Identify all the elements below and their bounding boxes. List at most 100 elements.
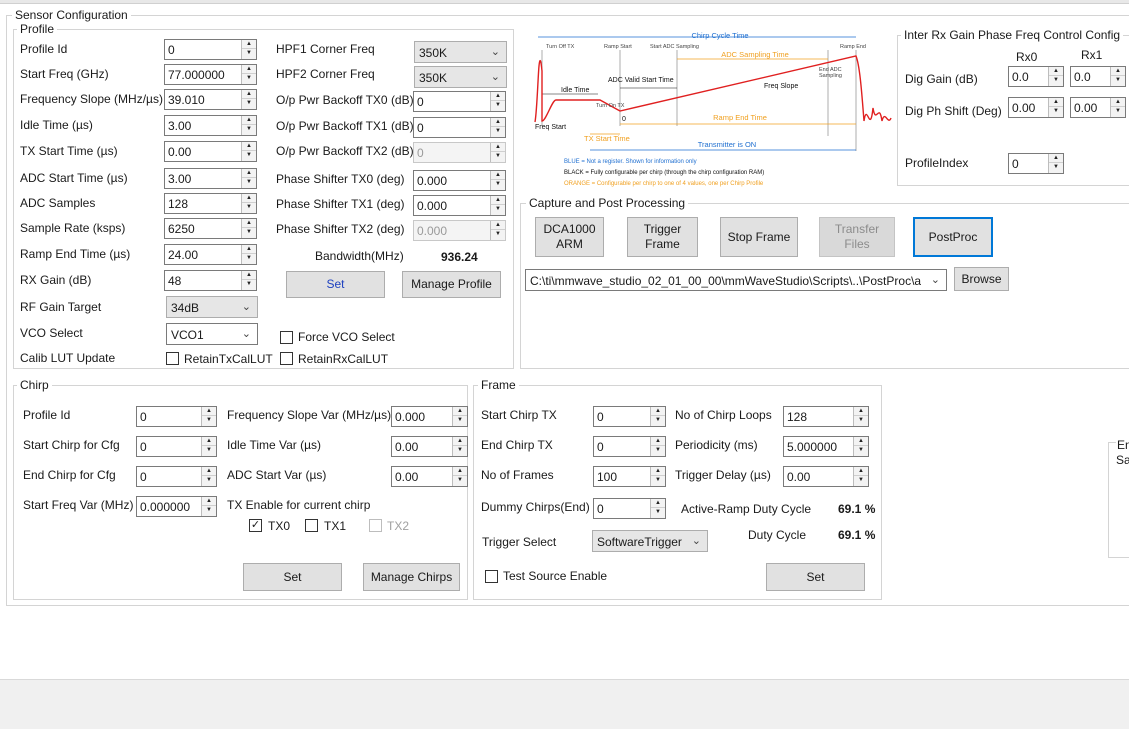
profile-field-input[interactable]: 6250 ▲ ▼ xyxy=(164,218,257,239)
tx2-checkbox[interactable] xyxy=(369,519,382,532)
arrow-down-icon[interactable]: ▼ xyxy=(242,74,256,83)
test-source-checkbox[interactable] xyxy=(485,570,498,583)
arrow-up-icon[interactable]: ▲ xyxy=(202,437,216,446)
arrow-down-icon[interactable]: ▼ xyxy=(242,178,256,187)
arrow-down-icon[interactable]: ▼ xyxy=(242,228,256,237)
spinner-arrows[interactable]: ▲ ▼ xyxy=(1110,98,1125,117)
manage-profile-button[interactable]: Manage Profile xyxy=(402,271,501,298)
arrow-down-icon[interactable]: ▼ xyxy=(1111,107,1125,116)
chirp-field-input[interactable]: 0 ▲ ▼ xyxy=(136,466,217,487)
arrow-down-icon[interactable]: ▼ xyxy=(491,152,505,161)
profile-right-input[interactable]: 0.000 ▲ ▼ xyxy=(413,195,506,216)
frame-set-button[interactable]: Set xyxy=(766,563,865,591)
manage-chirps-button[interactable]: Manage Chirps xyxy=(363,563,460,591)
profile-field-input[interactable]: 3.00 ▲ ▼ xyxy=(164,115,257,136)
hpf2-select[interactable]: 350K ⌄ xyxy=(414,66,507,88)
arrow-down-icon[interactable]: ▼ xyxy=(491,127,505,136)
arrow-up-icon[interactable]: ▲ xyxy=(202,467,216,476)
dig-ph-rx0-input[interactable]: 0.00 ▲ ▼ xyxy=(1008,97,1064,118)
arrow-down-icon[interactable]: ▼ xyxy=(854,446,868,455)
spinner-arrows[interactable]: ▲ ▼ xyxy=(452,437,467,456)
stop-frame-button[interactable]: Stop Frame xyxy=(720,217,798,257)
arrow-up-icon[interactable]: ▲ xyxy=(453,467,467,476)
arrow-down-icon[interactable]: ▼ xyxy=(242,151,256,160)
vco-select[interactable]: VCO1 ⌄ xyxy=(166,323,258,345)
arrow-up-icon[interactable]: ▲ xyxy=(854,467,868,476)
arrow-up-icon[interactable]: ▲ xyxy=(651,437,665,446)
arrow-up-icon[interactable]: ▲ xyxy=(242,219,256,228)
browse-button[interactable]: Browse xyxy=(954,267,1009,291)
spinner-arrows[interactable]: ▲ ▼ xyxy=(241,65,256,84)
spinner-arrows[interactable]: ▲ ▼ xyxy=(241,169,256,188)
arrow-up-icon[interactable]: ▲ xyxy=(491,171,505,180)
spinner-arrows[interactable]: ▲ ▼ xyxy=(490,196,505,215)
spinner-arrows[interactable]: ▲ ▼ xyxy=(1110,67,1125,86)
spinner-arrows[interactable]: ▲ ▼ xyxy=(490,221,505,240)
spinner-arrows[interactable]: ▲ ▼ xyxy=(490,143,505,162)
arrow-up-icon[interactable]: ▲ xyxy=(242,245,256,254)
frame-field-input[interactable]: 0 ▲ ▼ xyxy=(593,436,666,457)
arrow-down-icon[interactable]: ▼ xyxy=(202,476,216,485)
rf-gain-target-select[interactable]: 34dB ⌄ xyxy=(166,296,258,318)
arrow-down-icon[interactable]: ▼ xyxy=(453,476,467,485)
transfer-files-button[interactable]: Transfer Files xyxy=(819,217,895,257)
retain-tx-checkbox[interactable] xyxy=(166,352,179,365)
spinner-arrows[interactable]: ▲ ▼ xyxy=(853,437,868,456)
spinner-arrows[interactable]: ▲ ▼ xyxy=(490,92,505,111)
profile-right-input[interactable]: 0 ▲ ▼ xyxy=(413,91,506,112)
profile-right-input[interactable]: 0 ▲ ▼ xyxy=(413,117,506,138)
arrow-up-icon[interactable]: ▲ xyxy=(242,40,256,49)
profile-right-input[interactable]: 0 ▲ ▼ xyxy=(413,142,506,163)
arrow-up-icon[interactable]: ▲ xyxy=(491,143,505,152)
dca1000-arm-button[interactable]: DCA1000 ARM xyxy=(535,217,604,257)
profile-field-input[interactable]: 48 ▲ ▼ xyxy=(164,270,257,291)
dig-gain-rx1-input[interactable]: 0.0 ▲ ▼ xyxy=(1070,66,1126,87)
arrow-down-icon[interactable]: ▼ xyxy=(651,416,665,425)
chirp-set-button[interactable]: Set xyxy=(243,563,342,591)
arrow-up-icon[interactable]: ▲ xyxy=(651,407,665,416)
arrow-down-icon[interactable]: ▼ xyxy=(242,254,256,263)
arrow-up-icon[interactable]: ▲ xyxy=(242,194,256,203)
profile-field-input[interactable]: 24.00 ▲ ▼ xyxy=(164,244,257,265)
frame-field-input[interactable]: 0 ▲ ▼ xyxy=(593,406,666,427)
profile-field-input[interactable]: 0.00 ▲ ▼ xyxy=(164,141,257,162)
arrow-down-icon[interactable]: ▼ xyxy=(453,446,467,455)
arrow-up-icon[interactable]: ▲ xyxy=(242,90,256,99)
arrow-down-icon[interactable]: ▼ xyxy=(242,99,256,108)
profile-index-input[interactable]: 0 ▲ ▼ xyxy=(1008,153,1064,174)
spinner-arrows[interactable]: ▲ ▼ xyxy=(650,407,665,426)
chirp-field-input[interactable]: 0.000000 ▲ ▼ xyxy=(136,496,217,517)
profile-field-input[interactable]: 0 ▲ ▼ xyxy=(164,39,257,60)
tx0-checkbox[interactable]: ✓ xyxy=(249,519,262,532)
arrow-down-icon[interactable]: ▼ xyxy=(651,476,665,485)
arrow-up-icon[interactable]: ▲ xyxy=(854,407,868,416)
spinner-arrows[interactable]: ▲ ▼ xyxy=(201,497,216,516)
profile-right-input[interactable]: 0.000 ▲ ▼ xyxy=(413,170,506,191)
arrow-up-icon[interactable]: ▲ xyxy=(1049,154,1063,163)
spinner-arrows[interactable]: ▲ ▼ xyxy=(241,245,256,264)
postproc-button[interactable]: PostProc xyxy=(913,217,993,257)
arrow-down-icon[interactable]: ▼ xyxy=(1111,76,1125,85)
profile-set-button[interactable]: Set xyxy=(286,271,385,298)
arrow-up-icon[interactable]: ▲ xyxy=(1111,67,1125,76)
arrow-up-icon[interactable]: ▲ xyxy=(1111,98,1125,107)
spinner-arrows[interactable]: ▲ ▼ xyxy=(241,194,256,213)
arrow-down-icon[interactable]: ▼ xyxy=(491,101,505,110)
dig-gain-rx0-input[interactable]: 0.0 ▲ ▼ xyxy=(1008,66,1064,87)
profile-field-input[interactable]: 128 ▲ ▼ xyxy=(164,193,257,214)
arrow-down-icon[interactable]: ▼ xyxy=(491,230,505,239)
spinner-arrows[interactable]: ▲ ▼ xyxy=(452,467,467,486)
tx1-checkbox[interactable] xyxy=(305,519,318,532)
arrow-up-icon[interactable]: ▲ xyxy=(1049,98,1063,107)
trigger-select[interactable]: SoftwareTrigger ⌄ xyxy=(592,530,708,552)
arrow-down-icon[interactable]: ▼ xyxy=(242,125,256,134)
arrow-up-icon[interactable]: ▲ xyxy=(242,116,256,125)
spinner-arrows[interactable]: ▲ ▼ xyxy=(650,499,665,518)
spinner-arrows[interactable]: ▲ ▼ xyxy=(241,271,256,290)
postproc-path-select[interactable]: C:\ti\mmwave_studio_02_01_00_00\mmWaveSt… xyxy=(525,269,947,291)
arrow-up-icon[interactable]: ▲ xyxy=(651,499,665,508)
spinner-arrows[interactable]: ▲ ▼ xyxy=(241,116,256,135)
arrow-up-icon[interactable]: ▲ xyxy=(202,497,216,506)
profile-field-input[interactable]: 3.00 ▲ ▼ xyxy=(164,168,257,189)
arrow-down-icon[interactable]: ▼ xyxy=(651,446,665,455)
